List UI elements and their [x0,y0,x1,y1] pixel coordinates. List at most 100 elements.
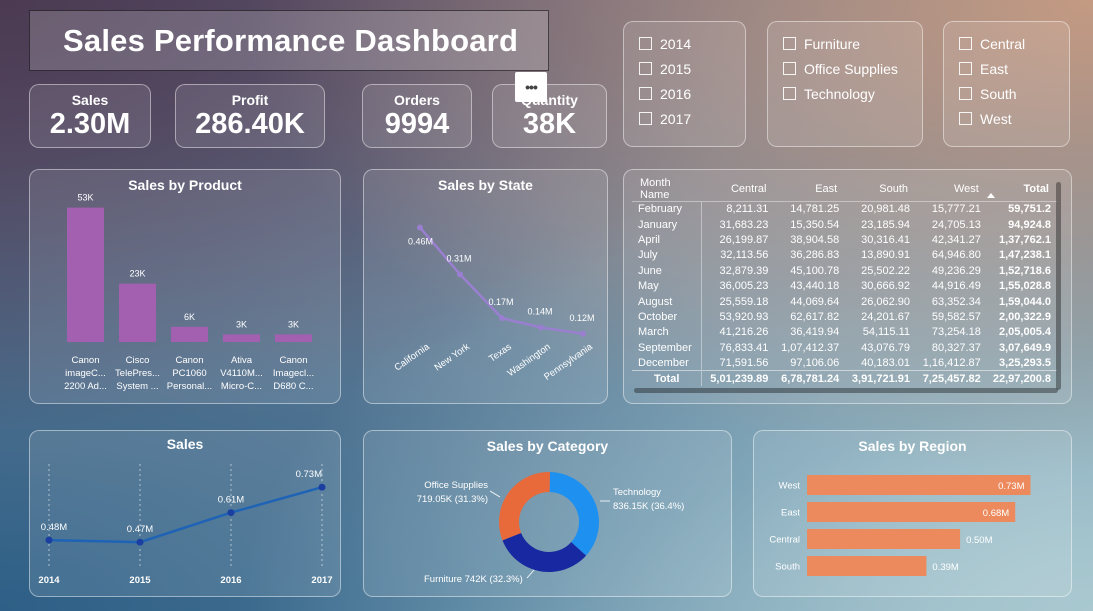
matrix-row[interactable]: October 53,920.93 62,617.82 24,201.67 59,582… [632,309,1057,325]
kpi-profit-card[interactable]: Profit 286.40K [175,84,325,148]
matrix-cell: 1,47,238.1 [999,249,1051,262]
matrix-row[interactable]: August 25,559.18 44,069.64 26,062.90 63,352.… [632,293,1057,310]
kpi-value: 286.40K [195,107,305,140]
matrix-row[interactable]: January 31,683.23 15,350.54 23,185.94 24,705… [632,216,1057,233]
matrix-row[interactable]: February 8,211.31 14,781.25 20,981.48 15,777… [632,201,1057,217]
page-title: Sales Performance Dashboard [63,22,519,58]
sales-by-year-visual[interactable]: Sales 0.48M 2014 0.47M 2015 0.61M 2016 0.73M 20… [29,430,341,597]
matrix-cell: 1,07,412.37 [781,341,840,354]
kpi-label: Orders [394,91,440,108]
checkbox[interactable] [639,37,652,50]
kpi-label: Sales [71,91,109,108]
product-bar [67,207,104,342]
matrix-cell: 8,211.31 [726,203,769,216]
matrix-row[interactable]: April 26,199.87 38,904.58 30,316.41 42,341.2… [632,232,1057,248]
slicer-option-2016[interactable]: 2016 [639,81,745,106]
matrix-cell: 3,07,649.9 [999,341,1051,354]
slice-label: Furniture 742K (32.3%) [424,574,523,585]
bar-data-label: 23K [129,269,145,279]
matrix-total-row[interactable]: Total 5,01,239.89 6,78,781.24 3,91,721.91 7,… [632,370,1057,387]
slicer-option-east[interactable]: East [959,56,1069,81]
line-point [417,224,423,231]
slicer-option-2017[interactable]: 2017 [639,106,745,131]
slicer-option-label: Central [980,35,1026,52]
matrix-cell: 6,78,781.24 [781,372,840,385]
point-data-label: 0.61M [218,495,244,506]
column-header[interactable]: West [916,177,987,202]
matrix-cell: 15,777.21 [931,203,981,216]
sales-by-state-visual[interactable]: Sales by State 0.46M California 0.31M New Y… [363,169,608,404]
column-header[interactable]: Month Name [632,177,702,202]
matrix-row[interactable]: September 76,833.41 1,07,412.37 43,076.79 80… [632,340,1057,356]
matrix-row[interactable]: December 71,591.56 97,106.06 40,183.01 1,16,… [632,355,1057,371]
column-header[interactable]: East [774,177,845,202]
slicer-option-label: 2017 [660,110,692,127]
horizontal-scrollbar[interactable] [634,388,1058,393]
checkbox[interactable] [639,112,652,125]
vertical-scrollbar[interactable] [1056,182,1061,390]
matrix-row[interactable]: March 41,216.26 36,419.94 54,115.11 73,254.1… [632,324,1057,341]
bar-data-label: 0.73M [998,481,1024,492]
column-header-total[interactable]: Total [986,177,1057,202]
slicer-option-2014[interactable]: 2014 [639,31,745,56]
x-tick-label: Micro-C... [221,381,262,392]
checkbox[interactable] [783,87,796,100]
matrix-row[interactable]: May 36,005.23 43,440.18 30,666.92 44,916.49 1… [632,278,1057,294]
matrix-cell: 45,100.78 [790,264,840,277]
more-options-button[interactable]: ••• [515,72,547,102]
checkbox[interactable] [959,87,972,100]
region-bar [807,556,927,576]
row-header-cell: March [632,324,703,341]
slicer-option-central[interactable]: Central [959,31,1069,56]
matrix-cell: 3,25,293.5 [999,356,1051,369]
slicer-option-west[interactable]: West [959,106,1069,131]
month-region-matrix[interactable]: Month Name Central East South West Total… [623,169,1072,404]
sales-by-product-visual[interactable]: Sales by Product 53K Canon imageC... 2200 A… [29,169,341,404]
matrix-cell: 49,236.29 [931,264,981,277]
kpi-sales-card[interactable]: Sales 2.30M [29,84,151,148]
checkbox[interactable] [959,37,972,50]
checkbox[interactable] [639,62,652,75]
column-header[interactable]: Central [702,177,775,202]
sales-by-region-chart: West 0.73M East 0.68M Central 0.50M South 0.39M [769,475,1031,576]
checkbox[interactable] [783,62,796,75]
slicer-option-south[interactable]: South [959,81,1069,106]
matrix-cell: 73,254.18 [931,326,981,339]
product-bar [223,334,260,342]
kpi-orders-card[interactable]: Orders 9994 [362,84,472,148]
matrix-row[interactable]: July 32,113.56 36,286.83 13,890.91 64,946.80… [632,247,1057,264]
matrix-cell: 30,316.41 [861,233,911,246]
row-header-cell: June [632,263,703,279]
checkbox[interactable] [959,62,972,75]
slicer-option-furniture[interactable]: Furniture [783,31,922,56]
matrix-cell: 30,666.92 [861,280,911,293]
region-bar [807,529,961,549]
x-tick-label: 2016 [220,575,241,586]
sales-by-year-chart: 0.48M 2014 0.47M 2015 0.61M 2016 0.73M 2017 [38,464,333,586]
checkbox[interactable] [783,37,796,50]
matrix-cell: 13,890.91 [861,249,911,262]
checkbox[interactable] [639,87,652,100]
matrix-cell: 1,37,762.1 [999,233,1051,246]
matrix-cell: 24,201.67 [861,310,911,323]
matrix-cell: 31,683.23 [719,218,769,231]
sales-by-region-visual[interactable]: Sales by Region West 0.73M East 0.68M Centra… [753,430,1072,597]
point-data-label: 0.48M [41,522,67,533]
matrix-row[interactable]: June 32,879.39 45,100.78 25,502.22 49,236.29… [632,263,1057,279]
slicer-option-2015[interactable]: 2015 [639,56,745,81]
category-slicer: Furniture Office Supplies Technology [767,21,923,147]
matrix-cell: 32,113.56 [720,249,769,262]
x-tick-label: Canon [72,355,100,366]
checkbox[interactable] [959,112,972,125]
sales-by-category-visual[interactable]: Sales by Category Technology 836.15K (36.… [363,430,732,597]
matrix-cell: 1,55,028.8 [999,280,1051,293]
x-tick-label: Personal... [167,381,212,392]
matrix-cell: 71,591.56 [719,356,769,369]
slicer-option-technology[interactable]: Technology [783,81,922,106]
slicer-option-office-supplies[interactable]: Office Supplies [783,56,922,81]
kpi-quantity-card[interactable]: Quantity 38K [492,84,607,148]
x-tick-label: TelePres... [115,368,160,379]
column-header[interactable]: South [845,177,916,202]
matrix-cell: 22,97,200.8 [992,372,1051,385]
donut-slice [502,533,587,572]
